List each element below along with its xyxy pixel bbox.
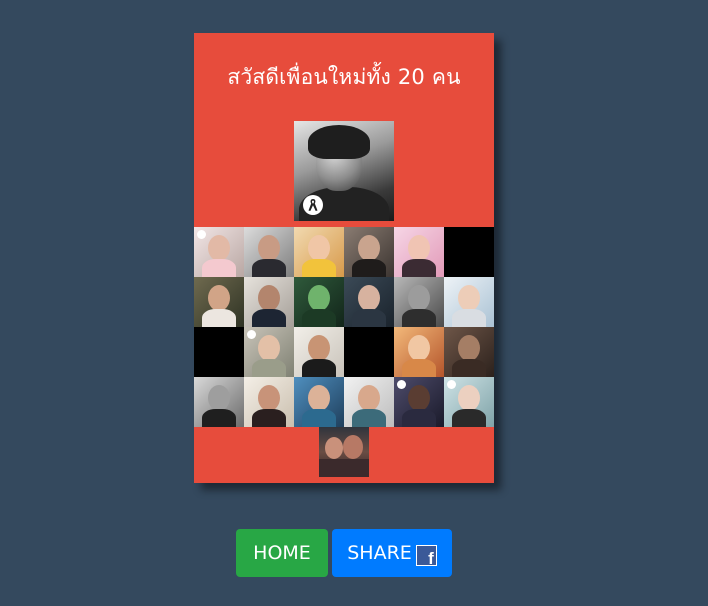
share-button[interactable]: SHARE f	[332, 529, 452, 577]
facebook-icon: f	[415, 544, 437, 567]
friend-photo[interactable]	[294, 327, 344, 377]
friends-card: สวัสดีเพื่อนใหม่ทั้ง 20 คน	[194, 33, 494, 483]
friend-photo[interactable]	[444, 327, 494, 377]
friend-photo[interactable]	[244, 377, 294, 427]
black-ribbon-icon	[447, 380, 456, 389]
empty-tile	[444, 227, 494, 277]
share-button-label: SHARE	[347, 542, 412, 564]
friend-photo[interactable]	[394, 227, 444, 277]
empty-tile	[344, 327, 394, 377]
friend-photo[interactable]	[294, 377, 344, 427]
friend-photo[interactable]	[294, 227, 344, 277]
profile-photo	[294, 121, 394, 221]
friend-photo[interactable]	[244, 227, 294, 277]
friend-photo[interactable]	[394, 277, 444, 327]
friend-photo[interactable]	[244, 327, 294, 377]
home-button[interactable]: HOME	[236, 529, 328, 577]
friends-grid	[194, 227, 494, 427]
friend-photo[interactable]	[444, 377, 494, 427]
home-button-label: HOME	[253, 542, 311, 564]
black-ribbon-icon	[303, 195, 323, 215]
card-title: สวัสดีเพื่อนใหม่ทั้ง 20 คน	[227, 65, 461, 89]
friend-photo[interactable]	[194, 227, 244, 277]
friend-photo[interactable]	[194, 377, 244, 427]
friend-photo[interactable]	[394, 377, 444, 427]
friend-photo[interactable]	[344, 227, 394, 277]
friend-photo[interactable]	[244, 277, 294, 327]
friend-photo[interactable]	[194, 277, 244, 327]
page: สวัสดีเพื่อนใหม่ทั้ง 20 คน HOME SHARE f	[0, 0, 708, 606]
friend-photo[interactable]	[344, 277, 394, 327]
friend-photo[interactable]	[394, 327, 444, 377]
black-ribbon-icon	[197, 230, 206, 239]
friend-photo[interactable]	[344, 377, 394, 427]
friend-photo[interactable]	[444, 277, 494, 327]
friend-photo[interactable]	[319, 427, 369, 477]
black-ribbon-icon	[397, 380, 406, 389]
empty-tile	[194, 327, 244, 377]
black-ribbon-icon	[247, 330, 256, 339]
friend-photo[interactable]	[294, 277, 344, 327]
